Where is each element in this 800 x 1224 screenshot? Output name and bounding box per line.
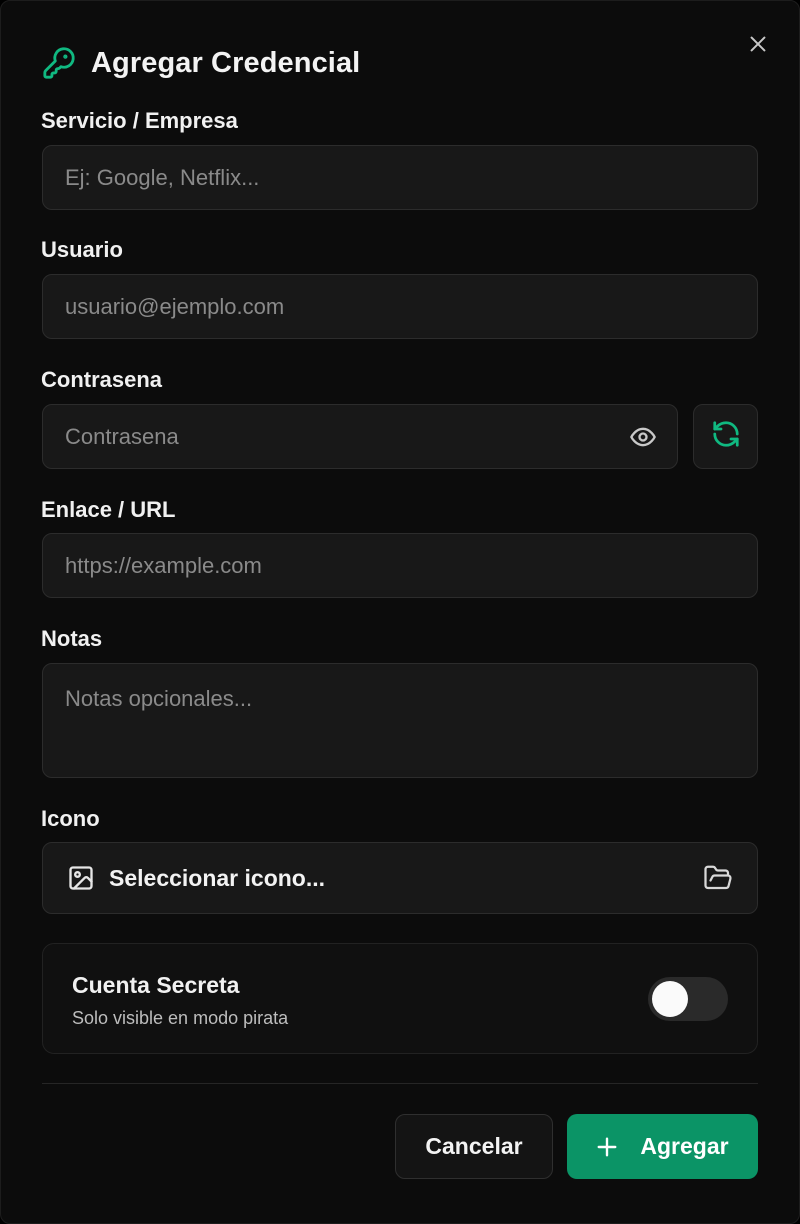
folder-icon bbox=[703, 863, 733, 893]
url-label: Enlace / URL bbox=[41, 497, 176, 522]
key-icon bbox=[41, 45, 77, 81]
eye-icon[interactable] bbox=[629, 423, 657, 451]
secret-title: Cuenta Secreta bbox=[72, 972, 240, 998]
add-button-label: Agregar bbox=[640, 1133, 729, 1159]
dialog-header: Agregar Credencial bbox=[41, 43, 360, 83]
secret-subtitle: Solo visible en modo pirata bbox=[72, 1008, 289, 1028]
service-placeholder: Ej: Google, Netflix... bbox=[65, 164, 260, 190]
secret-account-card: Cuenta Secreta Solo visible en modo pira… bbox=[42, 943, 758, 1054]
dialog-title: Agregar Credencial bbox=[91, 46, 361, 79]
refresh-icon bbox=[711, 419, 741, 454]
notes-placeholder: Notas opcionales... bbox=[65, 686, 253, 711]
user-input[interactable]: usuario@ejemplo.com bbox=[42, 274, 758, 339]
service-input[interactable]: Ej: Google, Netflix... bbox=[42, 145, 758, 210]
image-icon bbox=[67, 864, 95, 892]
toggle-knob bbox=[652, 981, 688, 1017]
plus-icon bbox=[596, 1136, 618, 1158]
icon-select-button[interactable]: Seleccionar icono... bbox=[42, 842, 758, 914]
cancel-button[interactable]: Cancelar bbox=[395, 1114, 553, 1179]
url-placeholder: https://example.com bbox=[65, 552, 262, 578]
icon-label: Icono bbox=[41, 806, 100, 831]
icon-select-content: Seleccionar icono... bbox=[67, 864, 325, 892]
close-button[interactable] bbox=[741, 29, 775, 63]
password-placeholder: Contrasena bbox=[65, 423, 179, 449]
add-credential-dialog: Agregar Credencial Servicio / Empresa Ej… bbox=[0, 0, 800, 1224]
password-label: Contrasena bbox=[41, 367, 163, 392]
add-button[interactable]: Agregar bbox=[567, 1114, 758, 1179]
url-input[interactable]: https://example.com bbox=[42, 533, 758, 598]
generate-password-button[interactable] bbox=[693, 404, 758, 469]
user-placeholder: usuario@ejemplo.com bbox=[65, 293, 285, 319]
notes-label: Notas bbox=[41, 626, 103, 651]
password-input[interactable]: Contrasena bbox=[42, 404, 678, 469]
user-label: Usuario bbox=[41, 237, 123, 262]
footer-divider bbox=[42, 1083, 758, 1084]
service-label: Servicio / Empresa bbox=[41, 108, 238, 133]
secret-toggle[interactable] bbox=[648, 977, 728, 1021]
icon-select-label: Seleccionar icono... bbox=[109, 864, 326, 891]
notes-textarea[interactable]: Notas opcionales... bbox=[42, 663, 758, 778]
close-icon bbox=[747, 33, 769, 60]
